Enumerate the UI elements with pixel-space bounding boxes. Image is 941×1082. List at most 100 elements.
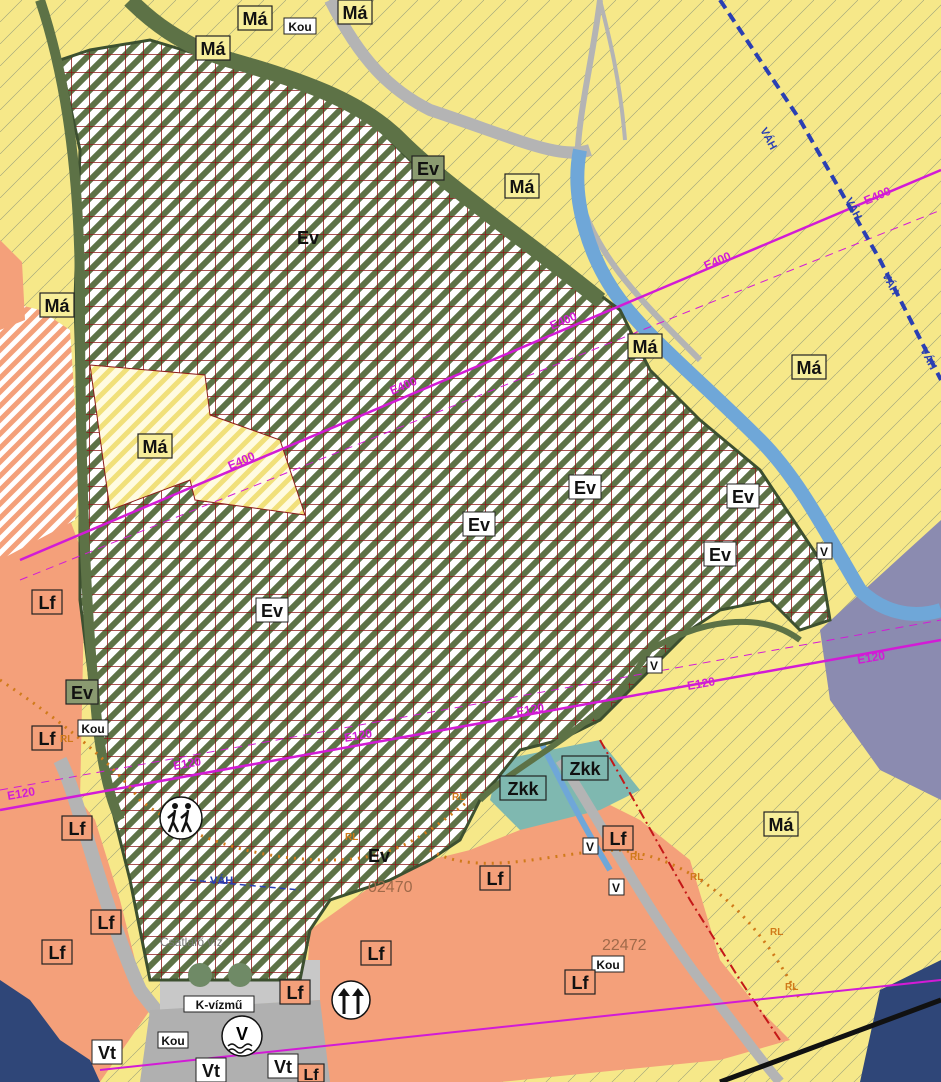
label-lf-3: Lf [61, 815, 93, 841]
label-ev-8: Ev [65, 679, 99, 705]
svg-text:Ev: Ev [574, 478, 596, 498]
label-ev-7: Ev [255, 597, 289, 623]
residential-hatched-zone [0, 300, 80, 560]
parcel-number-2: 22472 [602, 937, 647, 954]
svg-text:Lf: Lf [487, 869, 505, 889]
label-ev-6: Ev [703, 541, 737, 567]
label-v-4: V [608, 878, 625, 896]
svg-text:Ev: Ev [709, 545, 731, 565]
svg-text:Má: Má [44, 296, 70, 316]
svg-text:Ev: Ev [297, 228, 319, 248]
label-ev-1: Ev [411, 155, 445, 181]
svg-text:Vt: Vt [274, 1057, 292, 1077]
water-icon: V [221, 1015, 263, 1057]
label-csatlafo: Csatlafő víz [160, 935, 223, 949]
label-ma-2: Má [337, 0, 373, 25]
svg-text:Lf: Lf [610, 829, 628, 849]
label-ev-2: Ev [297, 228, 319, 248]
label-ev-4: Ev [726, 483, 760, 509]
label-zkk-1: Zkk [499, 775, 547, 801]
label-kvizmu: K-vízmű [183, 995, 255, 1013]
svg-text:Má: Má [342, 3, 368, 23]
svg-text:Lf: Lf [49, 943, 67, 963]
svg-text:Má: Má [200, 39, 226, 59]
svg-text:Ev: Ev [732, 487, 754, 507]
svg-text:Ev: Ev [417, 159, 439, 179]
svg-text:Zkk: Zkk [569, 759, 601, 779]
svg-text:V: V [820, 545, 828, 559]
svg-text:Kou: Kou [288, 20, 311, 34]
svg-text:Ev: Ev [368, 846, 390, 866]
svg-text:Lf: Lf [69, 819, 87, 839]
hiking-icon [159, 796, 203, 840]
label-lf-8: Lf [360, 940, 392, 966]
svg-text:Zkk: Zkk [507, 779, 539, 799]
svg-text:V: V [650, 659, 658, 673]
svg-text:Lf: Lf [39, 729, 57, 749]
vah-label-5: VÁH [210, 874, 233, 887]
label-zkk-2: Zkk [561, 755, 609, 781]
label-v-3: V [582, 837, 599, 855]
parcel-number-1: 02470 [368, 879, 413, 896]
rl-label-1: RL [60, 734, 73, 745]
label-ma-1: Má [237, 5, 273, 31]
rl-label-7: RL [785, 982, 798, 993]
label-lf-7: Lf [41, 939, 73, 965]
svg-text:V: V [612, 881, 620, 895]
rl-label-4: RL [630, 852, 643, 863]
svg-text:Lf: Lf [287, 983, 305, 1003]
label-vt-1: Vt [91, 1039, 123, 1065]
svg-text:K-vízmű: K-vízmű [196, 998, 243, 1012]
svg-text:Lf: Lf [368, 944, 386, 964]
label-ma-7: Má [791, 354, 827, 380]
svg-text:Kou: Kou [161, 1034, 184, 1048]
svg-text:Vt: Vt [98, 1043, 116, 1063]
label-lf-6: Lf [90, 909, 122, 935]
svg-text:Vt: Vt [202, 1061, 220, 1081]
label-lf-2: Lf [31, 725, 63, 751]
label-ma-6: Má [627, 333, 663, 359]
rl-label-3: RL [452, 792, 465, 803]
label-kou-4: Kou [157, 1031, 189, 1049]
svg-text:Má: Má [142, 437, 168, 457]
label-lf-10: Lf [279, 979, 311, 1005]
label-lf-5: Lf [479, 865, 511, 891]
zoning-map: Má Má Má Kou Má Ev Ev Má Má Má Má Ev Ev … [0, 0, 941, 1082]
svg-text:Lf: Lf [98, 913, 116, 933]
svg-text:Má: Má [509, 177, 535, 197]
svg-text:V: V [236, 1024, 248, 1044]
label-kou-3: Kou [591, 955, 625, 973]
svg-text:Má: Má [796, 358, 822, 378]
svg-text:Ev: Ev [261, 601, 283, 621]
svg-text:Má: Má [632, 337, 658, 357]
label-lf-1: Lf [31, 589, 63, 615]
label-v-2: V [646, 656, 663, 674]
label-ma-9: Má [763, 811, 799, 837]
label-ev-9: Ev [368, 846, 390, 866]
label-v-1: V [816, 542, 833, 560]
svg-text:Ev: Ev [71, 683, 93, 703]
rl-label-5: RL [690, 872, 703, 883]
label-ma-5: Má [39, 292, 75, 318]
label-ma-8: Má [137, 433, 173, 459]
svg-text:Lf: Lf [303, 1067, 319, 1082]
svg-text:V: V [586, 840, 594, 854]
rl-label-6: RL [770, 927, 783, 938]
svg-text:Kou: Kou [81, 722, 104, 736]
svg-text:Lf: Lf [39, 593, 57, 613]
label-ma-4: Má [504, 173, 540, 199]
label-kou-2: Kou [77, 719, 109, 737]
svg-text:Lf: Lf [572, 973, 590, 993]
rl-label-2: RL [345, 832, 358, 843]
label-ev-3: Ev [568, 474, 602, 500]
label-lf-11: Lf [297, 1063, 325, 1082]
label-ev-5: Ev [462, 511, 496, 537]
label-vt-3: Vt [267, 1053, 299, 1079]
svg-text:Kou: Kou [596, 958, 619, 972]
svg-text:Ev: Ev [468, 515, 490, 535]
label-ma-3: Má [195, 35, 231, 61]
reservoir-1 [188, 963, 212, 987]
sign-icon [331, 980, 371, 1020]
svg-text:Má: Má [768, 815, 794, 835]
label-vt-2: Vt [195, 1057, 227, 1082]
